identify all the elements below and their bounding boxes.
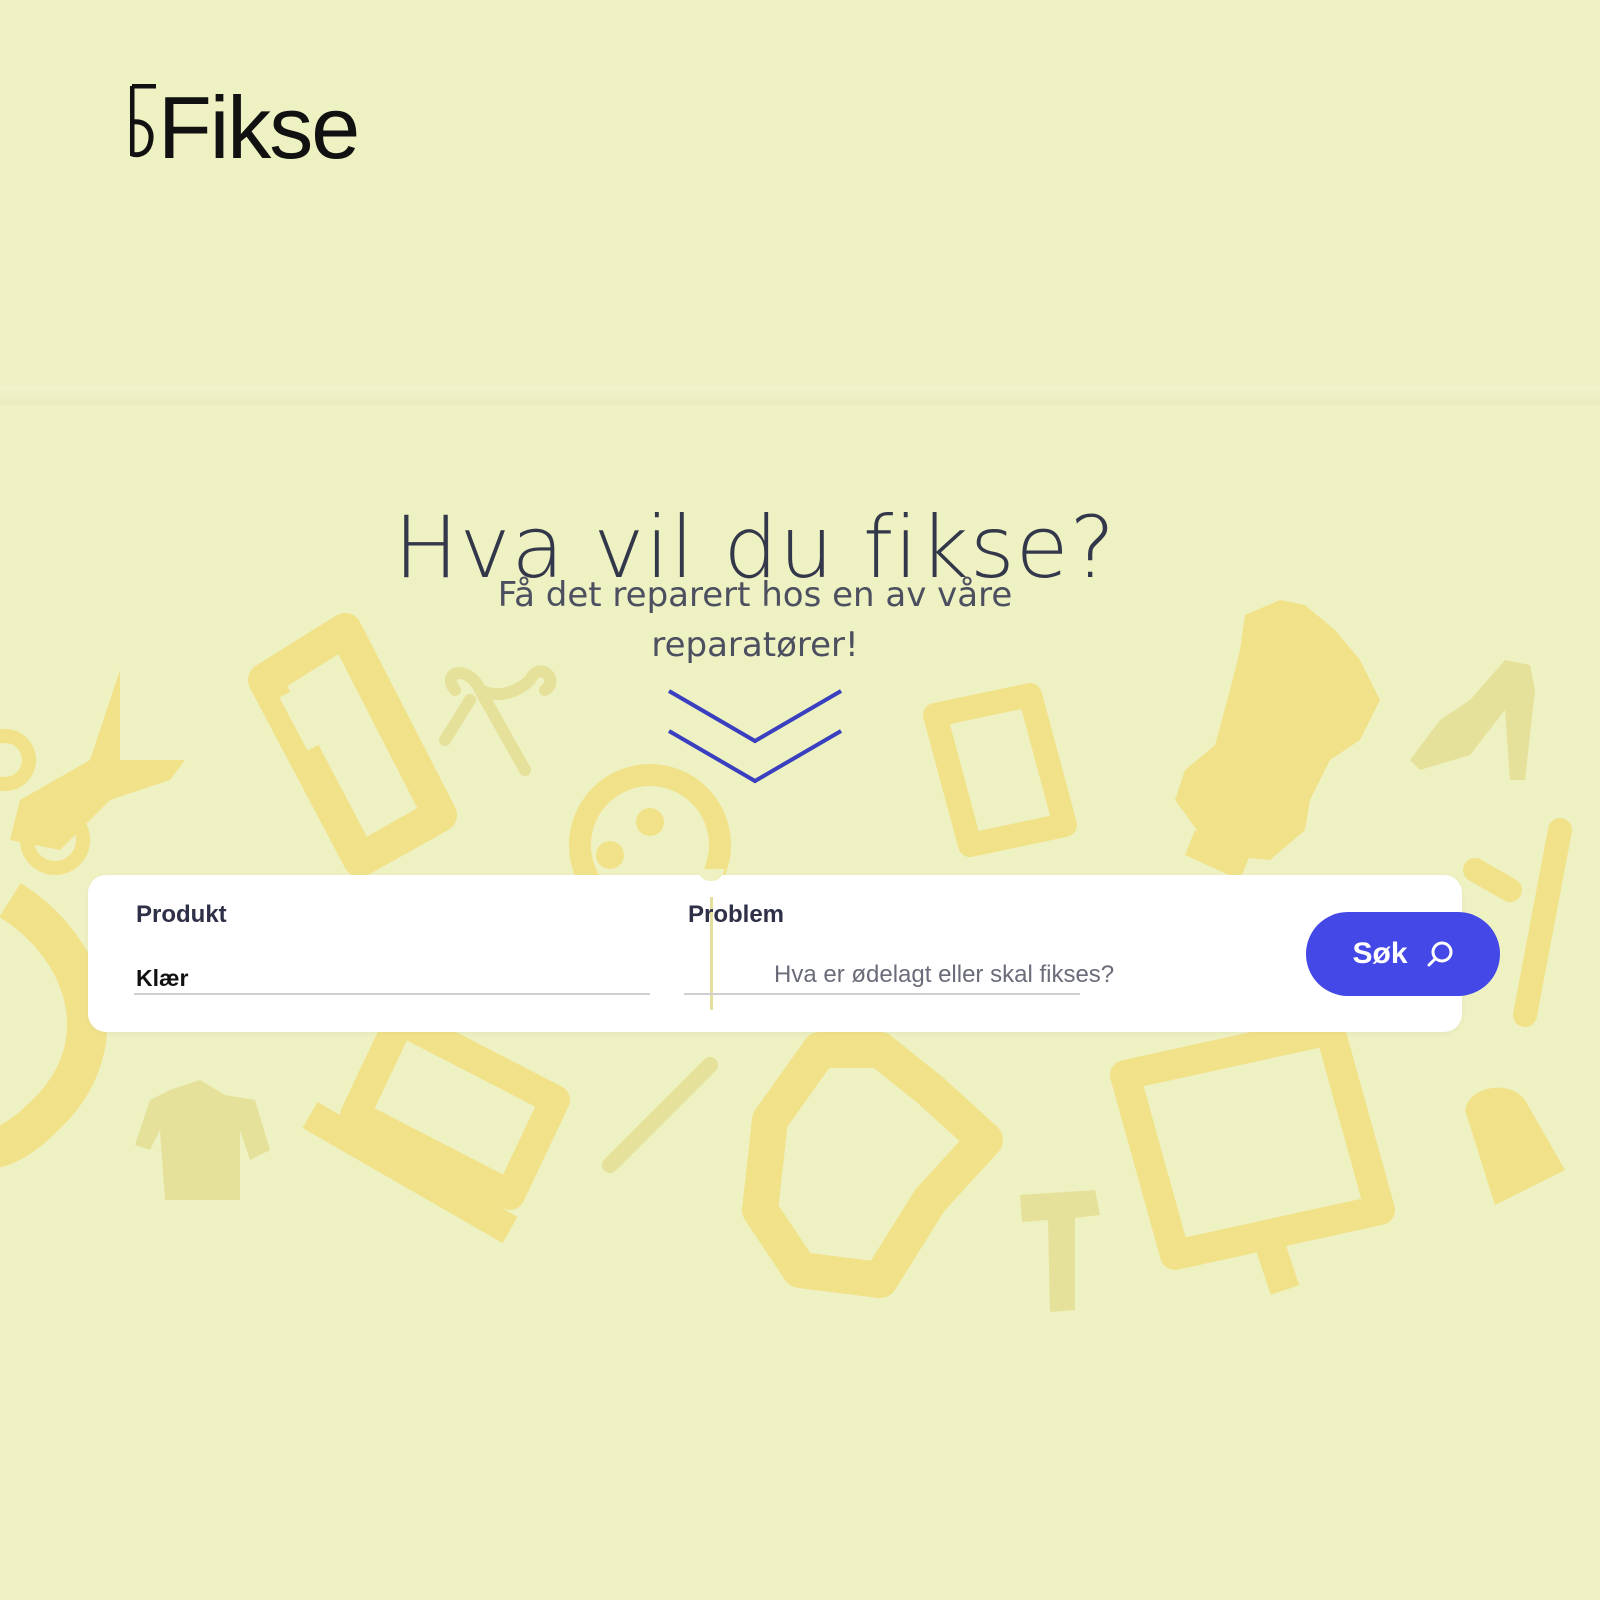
needle-icon <box>602 1057 718 1173</box>
product-select[interactable]: Klær <box>136 965 188 992</box>
safety-pin-icon <box>439 665 557 776</box>
search-button[interactable]: Søk <box>1306 912 1500 996</box>
hammer-icon <box>1020 1190 1100 1312</box>
search-button-label: Søk <box>1352 937 1408 970</box>
tablet-icon <box>923 683 1077 857</box>
problem-underline <box>684 993 1080 995</box>
product-label: Produkt <box>136 901 227 928</box>
phone-icon <box>248 613 457 877</box>
shirt-icon <box>742 1032 1003 1298</box>
measuring-tape-icon <box>0 883 107 1168</box>
jacket-icon <box>135 1080 270 1200</box>
product-underline <box>134 993 650 995</box>
high-heel-icon <box>1410 660 1535 780</box>
tool-icon <box>1463 818 1572 1027</box>
problem-input[interactable] <box>774 957 1166 993</box>
scissors-icon <box>0 670 185 875</box>
page-subtitle: Få det reparert hos en av våre reparatør… <box>497 575 1013 665</box>
problem-label: Problem <box>688 901 785 928</box>
search-form: Produkt Klær Problem Søk <box>88 869 1500 1032</box>
chevron-down-icon[interactable] <box>665 685 845 785</box>
laptop-icon <box>302 1005 570 1244</box>
thimble-icon <box>1465 1087 1565 1205</box>
mannequin-icon <box>1175 600 1380 880</box>
background-icons <box>0 600 1572 1312</box>
search-icon <box>1427 941 1453 967</box>
monitor-icon <box>1110 1015 1395 1295</box>
card-notch <box>698 869 724 881</box>
